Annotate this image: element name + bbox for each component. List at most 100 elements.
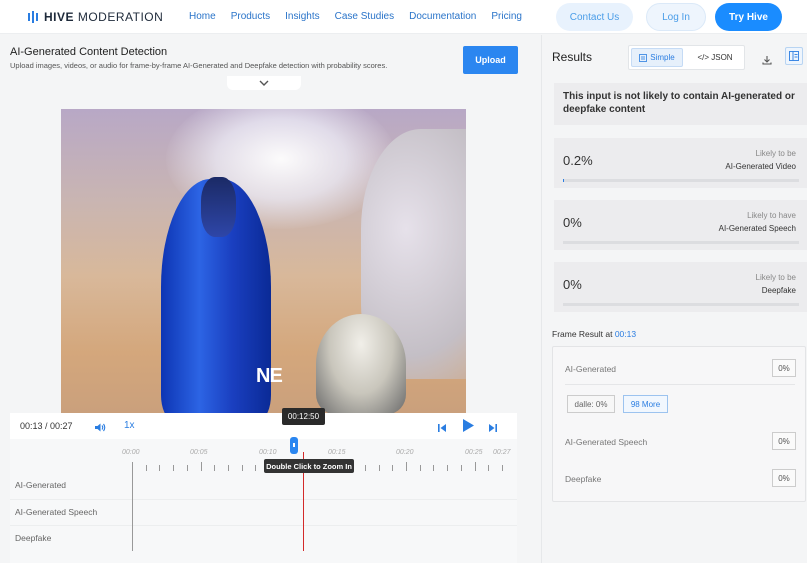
row-label-deepfake: Deepfake (15, 533, 52, 543)
ruler-tick (200, 462, 202, 471)
nav-home[interactable]: Home (189, 11, 216, 22)
ruler-tick (227, 465, 229, 471)
play-icon[interactable] (461, 418, 475, 438)
hover-time-tooltip: 00:12:50 (282, 408, 325, 425)
metric-label: AI-Generated Video (725, 162, 796, 171)
top-header: HIVE MODERATION Home Products Insights C… (0, 0, 807, 34)
metric-deepfake: 0% Likely to be Deepfake (554, 262, 807, 312)
time-display: 00:13 / 00:27 (20, 421, 73, 431)
timeline-scrubber-handle[interactable] (290, 437, 298, 454)
download-icon[interactable] (762, 52, 772, 70)
video-preview[interactable]: NE (61, 109, 466, 413)
ruler-tick (488, 465, 490, 471)
volume-icon[interactable] (94, 420, 106, 438)
log-in-button[interactable]: Log In (646, 3, 706, 31)
metric-caption: Likely to be (755, 149, 796, 158)
nav-pricing[interactable]: Pricing (491, 11, 522, 22)
metric-bar (563, 179, 799, 182)
page-title: AI-Generated Content Detection (10, 46, 168, 58)
nav-insights[interactable]: Insights (285, 11, 319, 22)
metric-caption: Likely to be (755, 273, 796, 282)
frame-ai-label: AI-Generated (565, 364, 617, 374)
hive-logo-icon (28, 11, 38, 23)
nav-documentation[interactable]: Documentation (409, 11, 476, 22)
frame-result-time[interactable]: 00:13 (615, 329, 636, 339)
metric-label: AI-Generated Speech (718, 224, 796, 233)
collapse-toggle[interactable] (227, 76, 301, 90)
tick-label: 00:10 (259, 449, 277, 456)
timeline-start-line (132, 468, 133, 551)
simple-view-button[interactable]: Simple (631, 48, 683, 67)
frame-ai-value: 0% (772, 359, 796, 377)
list-icon (639, 53, 648, 62)
ruler-tick (447, 465, 449, 471)
verdict-card: This input is not likely to contain AI-g… (554, 83, 807, 125)
ruler-tick (378, 465, 380, 471)
results-title: Results (552, 50, 593, 64)
frame-result-title: Frame Result at 00:13 (552, 329, 637, 339)
ruler-tick (392, 465, 394, 471)
tick-label: 00:05 (190, 449, 208, 456)
ruler-tick (460, 465, 462, 471)
ruler-tick (406, 462, 407, 471)
tick-label: 00:15 (328, 449, 346, 456)
ruler-tick (474, 462, 476, 471)
ruler-tick (173, 465, 175, 471)
ruler-tick (214, 465, 216, 471)
metric-ai-video: 0.2% Likely to be AI-Generated Video (554, 138, 807, 188)
ruler-tick (433, 465, 435, 471)
skip-back-icon[interactable] (437, 420, 447, 438)
tick-label: 00:27 (493, 449, 511, 456)
json-view-button[interactable]: </> JSON (689, 48, 741, 67)
ruler-tick (419, 465, 421, 471)
video-watermark: NE (256, 365, 283, 387)
metric-value: 0% (563, 277, 582, 292)
timeline-tick-labels: 00:00 00:05 00:10 00:15 00:20 00:25 00:2… (10, 449, 517, 459)
ruler-tick (501, 465, 503, 471)
tick-label: 00:00 (122, 449, 140, 456)
row-label-ai-generated: AI-Generated (15, 480, 67, 490)
metric-bar (563, 303, 799, 306)
page-subtitle: Upload images, videos, or audio for fram… (10, 61, 388, 70)
chevron-down-icon (259, 80, 269, 86)
frame-speech-label: AI-Generated Speech (565, 437, 648, 447)
contact-us-button[interactable]: Contact Us (556, 3, 633, 31)
metric-caption: Likely to have (747, 211, 796, 220)
detection-panel: AI-Generated Content Detection Upload im… (0, 35, 540, 563)
tick-label: 00:20 (396, 449, 414, 456)
try-hive-button[interactable]: Try Hive (715, 3, 782, 31)
frame-deepfake-label: Deepfake (565, 474, 602, 484)
tick-label: 00:25 (465, 449, 483, 456)
ruler-tick (186, 465, 188, 471)
ruler-tick (159, 465, 161, 471)
ruler-tick (145, 465, 147, 471)
main-nav: Home Products Insights Case Studies Docu… (189, 11, 537, 22)
metric-ai-speech: 0% Likely to have AI-Generated Speech (554, 200, 807, 250)
hive-logo[interactable]: HIVE MODERATION (28, 10, 163, 24)
metric-bar (563, 241, 799, 244)
verdict-text: This input is not likely to contain AI-g… (563, 91, 795, 115)
layout-toggle-icon[interactable] (785, 47, 803, 65)
timeline[interactable]: 00:00 00:05 00:10 00:15 00:20 00:25 00:2… (10, 439, 517, 563)
frame-deepfake-value: 0% (772, 469, 796, 487)
ruler-tick (241, 465, 243, 471)
results-panel: Results Simple </> JSON This input is no… (541, 35, 807, 563)
frame-speech-value: 0% (772, 432, 796, 450)
playback-speed[interactable]: 1x (124, 420, 135, 431)
model-chip-dalle: dalle: 0% (567, 395, 615, 413)
metric-value: 0.2% (563, 153, 593, 168)
logo-text: HIVE MODERATION (44, 10, 164, 24)
view-toggle: Simple </> JSON (628, 45, 745, 70)
upload-button[interactable]: Upload (463, 46, 518, 74)
zoom-hint-tooltip: Double Click to Zoom In (264, 459, 354, 473)
nav-products[interactable]: Products (231, 11, 270, 22)
metric-value: 0% (563, 215, 582, 230)
ruler-tick (255, 465, 257, 471)
ruler-tick (364, 465, 366, 471)
nav-case-studies[interactable]: Case Studies (335, 11, 394, 22)
metric-label: Deepfake (761, 286, 796, 295)
row-label-ai-speech: AI-Generated Speech (15, 507, 98, 517)
more-models-button[interactable]: 98 More (623, 395, 668, 413)
player-controls: 00:13 / 00:27 1x (10, 413, 517, 439)
skip-forward-icon[interactable] (488, 420, 498, 438)
